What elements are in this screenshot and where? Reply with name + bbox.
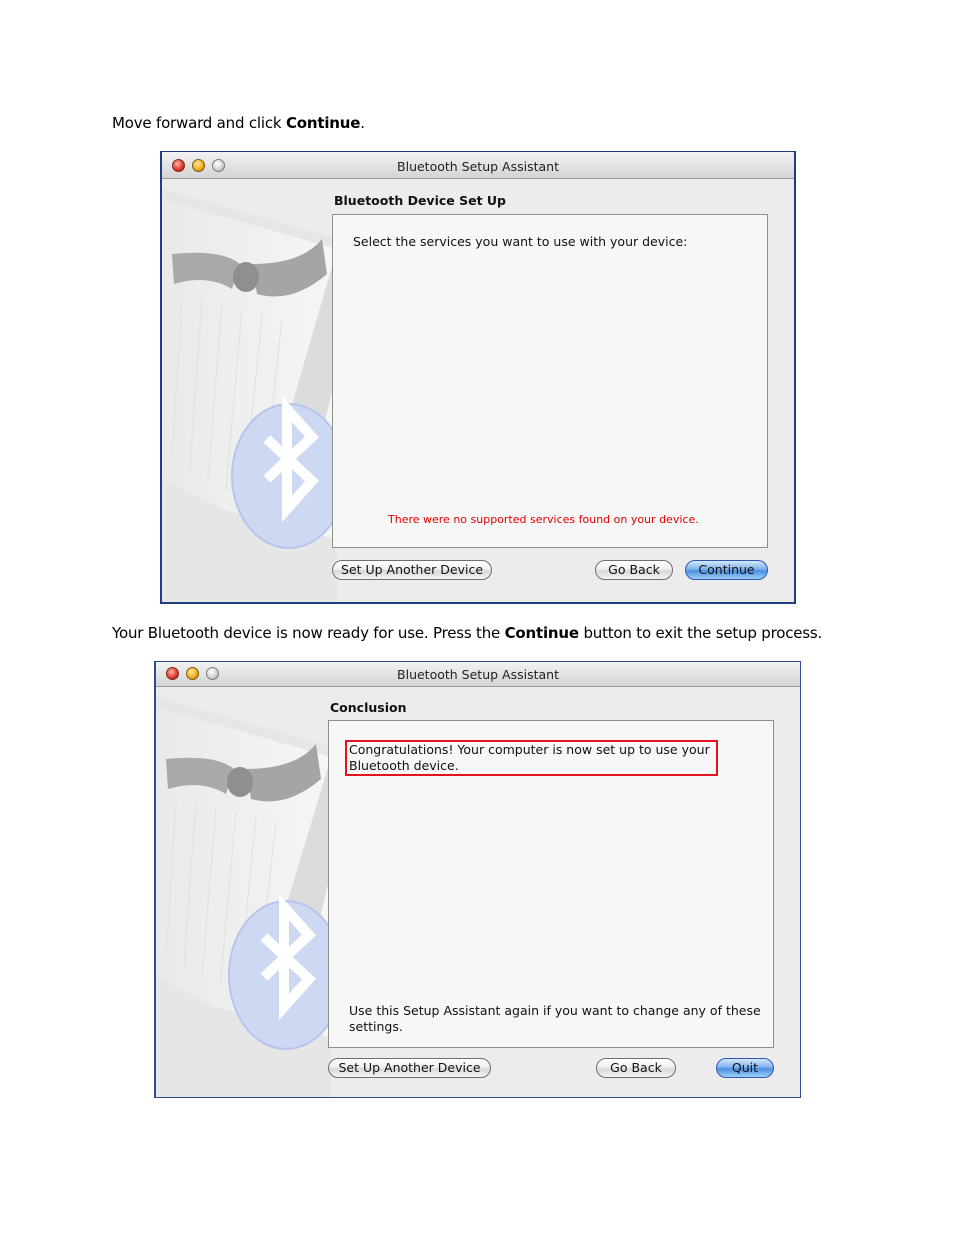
instruction-paragraph-1: Move forward and click Continue.	[112, 114, 365, 132]
bluetooth-setup-window-services: Bluetooth Setup Assistant Bluetooth Devi…	[160, 151, 796, 604]
instruction-text: Select the services you want to use with…	[353, 234, 688, 249]
bluetooth-setup-window-conclusion: Bluetooth Setup Assistant Conclusion Con…	[154, 661, 801, 1098]
congratulations-line-1: Congratulations! Your computer is now se…	[349, 742, 710, 757]
para1-suffix: .	[360, 114, 365, 132]
conclusion-panel: Congratulations! Your computer is now se…	[328, 720, 774, 1048]
bluetooth-tuxedo-icon	[162, 189, 337, 602]
set-up-another-device-button[interactable]: Set Up Another Device	[332, 560, 492, 580]
para2-text: Your Bluetooth device is now ready for u…	[112, 624, 505, 642]
para1-text: Move forward and click	[112, 114, 286, 132]
panel-heading: Conclusion	[330, 700, 407, 715]
para1-bold: Continue	[285, 114, 361, 132]
footer-line-1: Use this Setup Assistant again if you wa…	[349, 1003, 761, 1018]
services-panel: Select the services you want to use with…	[332, 214, 768, 548]
set-up-another-device-button[interactable]: Set Up Another Device	[328, 1058, 491, 1078]
continue-button[interactable]: Continue	[685, 560, 768, 580]
go-back-button[interactable]: Go Back	[596, 1058, 676, 1078]
congratulations-line-2: Bluetooth device.	[349, 758, 459, 773]
panel-heading: Bluetooth Device Set Up	[334, 193, 506, 208]
para2-bold: Continue	[504, 624, 579, 642]
para2-suffix: button to exit the setup process.	[578, 624, 823, 642]
go-back-button[interactable]: Go Back	[595, 560, 673, 580]
window-title: Bluetooth Setup Assistant	[397, 667, 559, 682]
window-title: Bluetooth Setup Assistant	[397, 159, 559, 174]
footer-line-2: settings.	[349, 1019, 403, 1034]
quit-button[interactable]: Quit	[716, 1058, 774, 1078]
titlebar[interactable]: Bluetooth Setup Assistant	[156, 662, 800, 687]
titlebar[interactable]: Bluetooth Setup Assistant	[162, 152, 794, 179]
bluetooth-tuxedo-icon	[156, 697, 331, 1097]
error-message: There were no supported services found o…	[388, 513, 699, 526]
instruction-paragraph-2: Your Bluetooth device is now ready for u…	[112, 624, 822, 642]
